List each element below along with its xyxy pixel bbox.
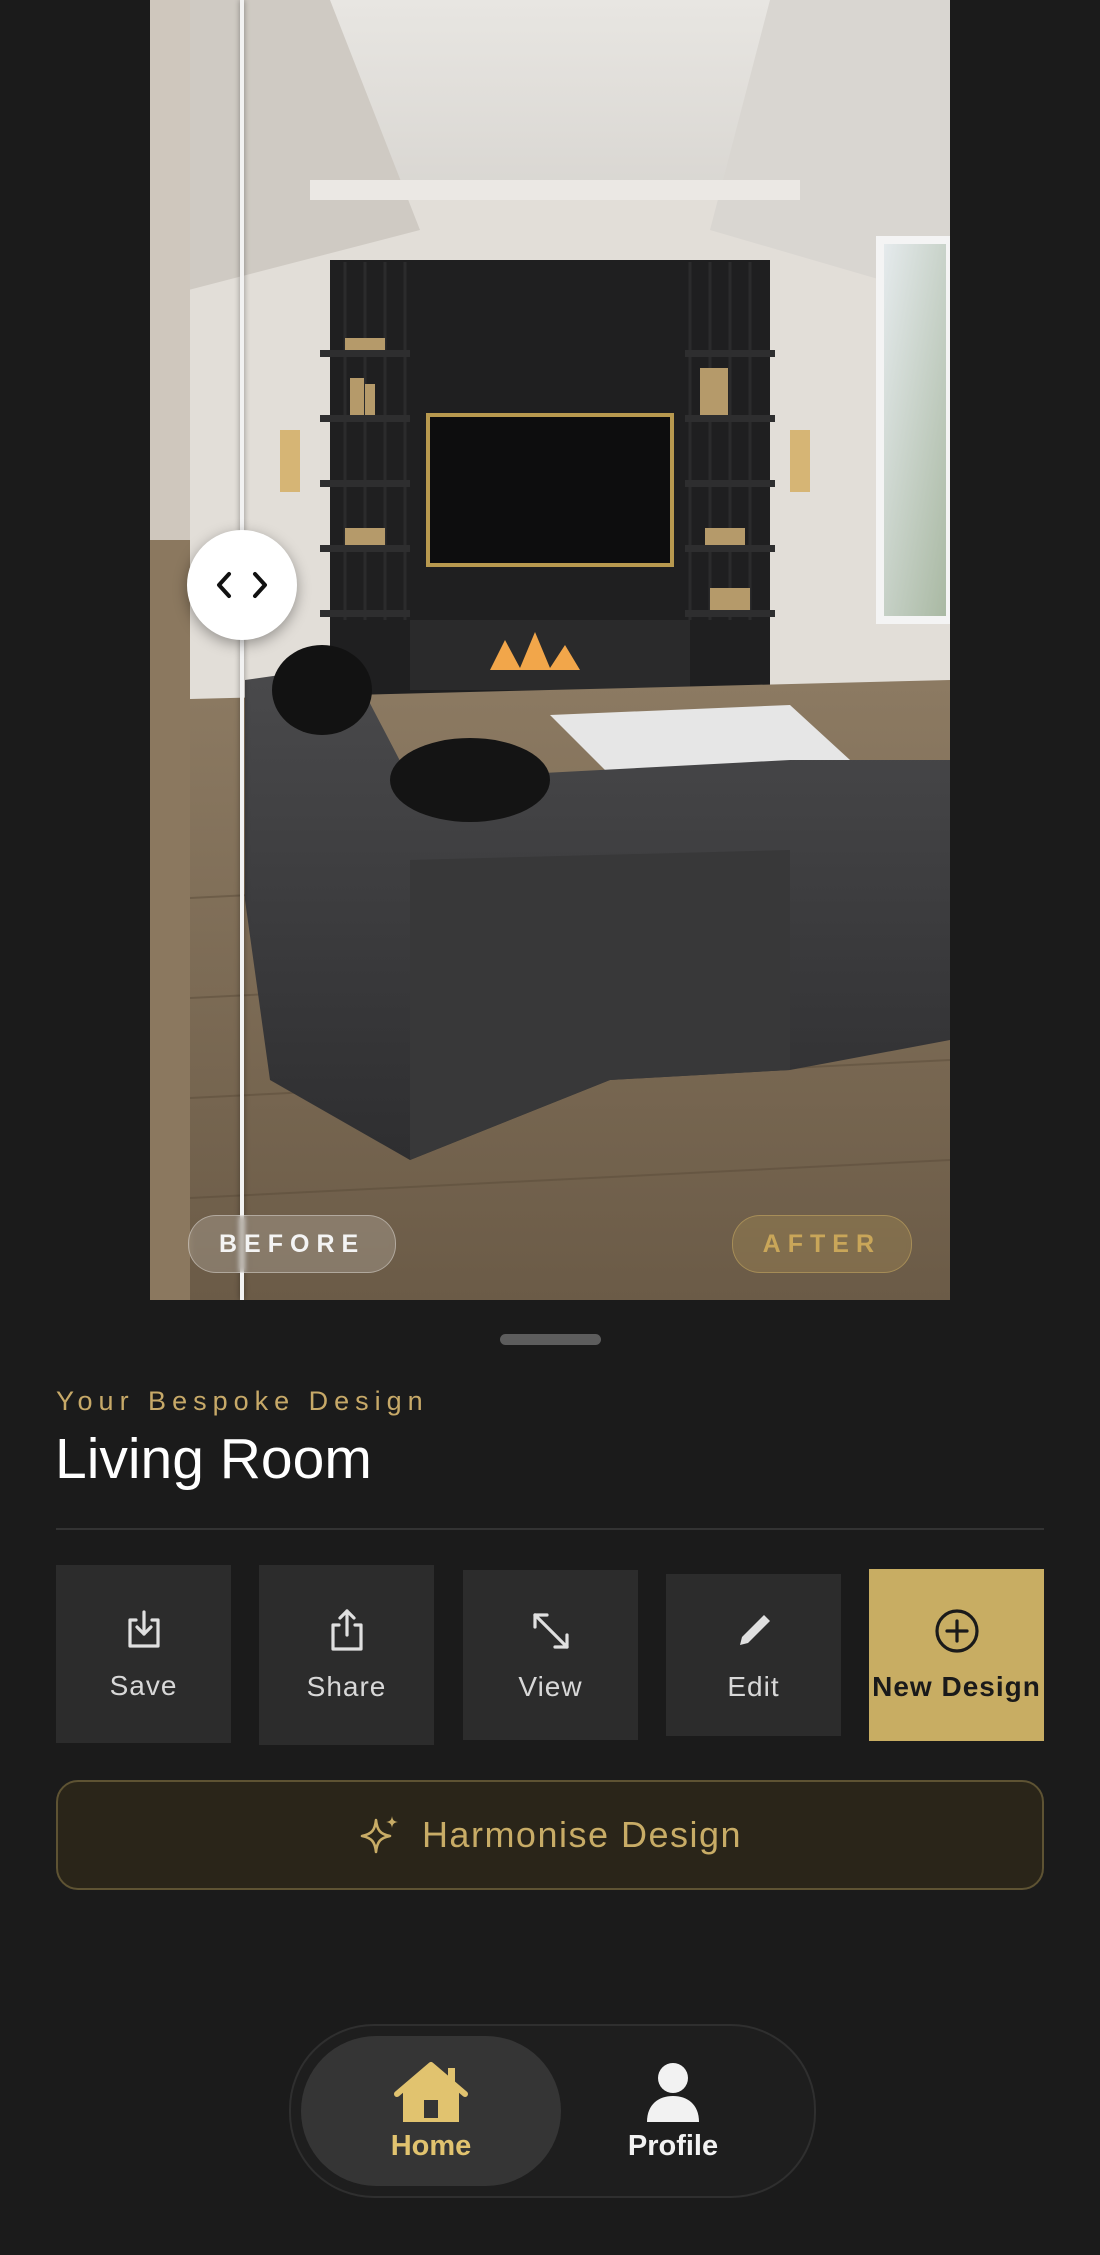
share-button-label: Share xyxy=(306,1671,387,1702)
edit-button[interactable]: Edit xyxy=(666,1574,841,1736)
bottom-nav: Home Profile xyxy=(289,2024,816,2198)
sheet-grabber[interactable] xyxy=(500,1334,601,1345)
harmonise-design-button[interactable]: Harmonise Design xyxy=(56,1780,1044,1890)
compare-divider-line[interactable] xyxy=(240,0,244,1300)
save-button-label: Save xyxy=(109,1670,178,1701)
after-label: AFTER xyxy=(731,1215,912,1273)
page-title: Living Room xyxy=(55,1427,372,1491)
nav-item-home[interactable]: Home xyxy=(301,2036,561,2186)
chevron-left-right-icon xyxy=(217,572,267,598)
compare-slider-handle[interactable] xyxy=(187,530,297,640)
user-icon xyxy=(647,2062,699,2122)
sparkles-icon xyxy=(360,1816,398,1854)
divider xyxy=(56,1528,1044,1530)
home-icon xyxy=(394,2061,468,2122)
pencil-icon xyxy=(739,1615,770,1645)
harmonise-design-label: Harmonise Design xyxy=(421,1814,743,1855)
share-icon xyxy=(330,1609,363,1651)
nav-profile-label: Profile xyxy=(627,2129,719,2162)
living-room-render-image xyxy=(150,0,950,1300)
view-button[interactable]: View xyxy=(463,1570,638,1740)
share-button[interactable]: Share xyxy=(259,1565,434,1745)
nav-home-label: Home xyxy=(390,2129,472,2162)
download-icon xyxy=(127,1610,160,1648)
action-row: Save Share View Edit New Design xyxy=(56,1565,1044,1745)
save-button[interactable]: Save xyxy=(56,1565,231,1743)
view-button-label: View xyxy=(518,1671,583,1702)
new-design-button-label: New Design xyxy=(872,1671,1041,1702)
new-design-button[interactable]: New Design xyxy=(869,1569,1044,1741)
before-after-compare[interactable]: BEFORE AFTER xyxy=(150,0,950,1300)
nav-item-profile[interactable]: Profile xyxy=(543,2036,803,2186)
edit-button-label: Edit xyxy=(727,1671,780,1702)
expand-icon xyxy=(532,1613,569,1649)
before-label: BEFORE xyxy=(188,1215,397,1273)
plus-circle-icon xyxy=(934,1609,979,1653)
design-eyebrow: Your Bespoke Design xyxy=(56,1386,429,1416)
